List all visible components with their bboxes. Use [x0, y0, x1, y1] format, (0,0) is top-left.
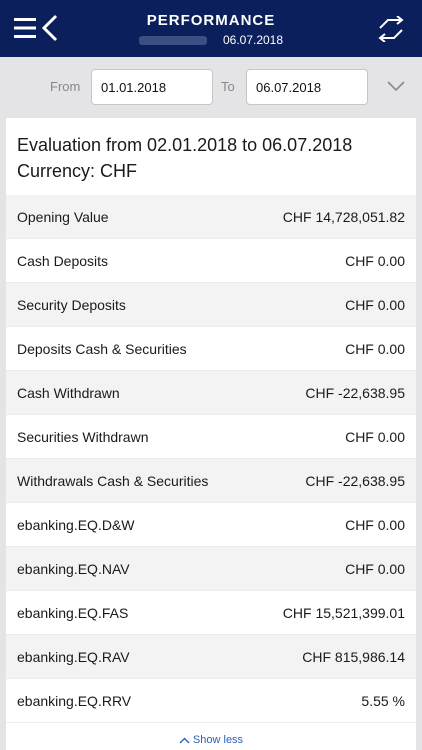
show-less-link[interactable]: Show less — [6, 734, 416, 746]
to-label: To — [221, 79, 235, 94]
row-label: ebanking.EQ.FAS — [17, 604, 129, 621]
evaluation-period: Evaluation from 02.01.2018 to 06.07.2018 — [17, 135, 353, 155]
row-label: Security Deposits — [17, 296, 126, 313]
row-value: CHF -22,638.95 — [305, 384, 405, 401]
row-label: Cash Withdrawn — [17, 384, 120, 401]
table-row: Security Deposits CHF 0.00 — [6, 283, 416, 327]
evaluation-currency: Currency: CHF — [17, 161, 138, 181]
table-row: Withdrawals Cash & Securities CHF -22,638… — [6, 459, 416, 503]
show-less-label: Show less — [192, 734, 244, 746]
table-row: Deposits Cash & Securities CHF 0.00 — [6, 327, 416, 371]
row-value: CHF 0.00 — [345, 560, 405, 577]
row-value: CHF 0.00 — [345, 340, 405, 357]
table-row: ebanking.EQ.RAV CHF 815,986.14 — [6, 635, 416, 679]
row-value: CHF 0.00 — [345, 428, 405, 445]
swap-arrows-icon — [378, 16, 404, 42]
expand-filter-button[interactable] — [386, 79, 406, 93]
row-label: ebanking.EQ.NAV — [17, 560, 130, 577]
header-subtitle: 06.07.2018 — [0, 33, 422, 47]
row-label: ebanking.EQ.D&W — [17, 516, 135, 533]
row-label: ebanking.EQ.RRV — [17, 692, 132, 709]
app-header: PERFORMANCE 06.07.2018 — [0, 0, 422, 57]
row-label: Opening Value — [17, 208, 109, 225]
row-label: Deposits Cash & Securities — [17, 340, 187, 357]
row-value: CHF 0.00 — [345, 296, 405, 313]
header-date: 06.07.2018 — [222, 33, 284, 47]
table-row: Cash Withdrawn CHF -22,638.95 — [6, 371, 416, 415]
row-label: Withdrawals Cash & Securities — [17, 472, 209, 489]
table-row: ebanking.EQ.RRV 5.55 % — [6, 679, 416, 723]
from-label: From — [50, 79, 81, 94]
swap-button[interactable] — [376, 16, 406, 42]
row-value: CHF -22,638.95 — [305, 472, 405, 489]
table-row: Opening Value CHF 14,728,051.82 — [6, 195, 416, 239]
page-title: PERFORMANCE — [146, 12, 276, 29]
row-value: CHF 815,986.14 — [302, 648, 405, 665]
row-value: CHF 0.00 — [345, 252, 405, 269]
row-value: CHF 14,728,051.82 — [282, 208, 405, 225]
table-row: ebanking.EQ.FAS CHF 15,521,399.01 — [6, 591, 416, 635]
chevron-up-icon — [179, 737, 190, 744]
evaluation-title: Evaluation from 02.01.2018 to 06.07.2018… — [17, 132, 407, 184]
table-row: ebanking.EQ.NAV CHF 0.00 — [6, 547, 416, 591]
to-date-input[interactable] — [246, 69, 368, 105]
row-value: CHF 0.00 — [345, 516, 405, 533]
row-label: Securities Withdrawn — [17, 428, 149, 445]
date-filter-bar: From To — [0, 57, 422, 118]
from-date-input[interactable] — [91, 69, 213, 105]
table-row: Securities Withdrawn CHF 0.00 — [6, 415, 416, 459]
table-row: ebanking.EQ.D&W CHF 0.00 — [6, 503, 416, 547]
evaluation-card: Evaluation from 02.01.2018 to 06.07.2018… — [6, 118, 416, 750]
masked-account-number — [138, 36, 207, 46]
chevron-down-icon — [387, 81, 405, 92]
row-label: ebanking.EQ.RAV — [17, 648, 130, 665]
table-row: Cash Deposits CHF 0.00 — [6, 239, 416, 283]
row-value: CHF 15,521,399.01 — [282, 604, 405, 621]
row-label: Cash Deposits — [17, 252, 109, 269]
row-value: 5.55 % — [361, 692, 405, 709]
